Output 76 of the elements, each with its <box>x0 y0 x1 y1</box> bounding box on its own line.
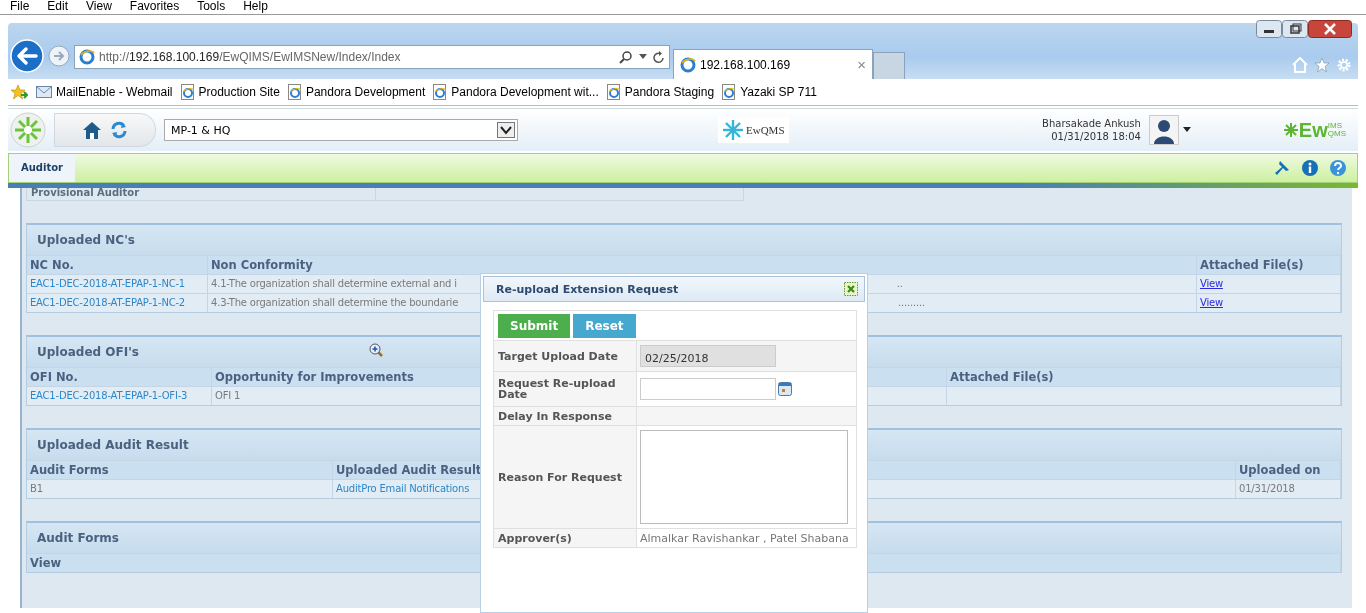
column-header: Audit Forms <box>27 461 333 479</box>
column-header: Attached File(s) <box>947 368 1341 386</box>
page-icon <box>433 84 448 100</box>
mail-icon <box>36 86 52 98</box>
calendar-icon[interactable] <box>778 382 792 396</box>
page-icon <box>606 84 621 100</box>
page-icon <box>287 84 302 100</box>
table-cell-text: 4.1-The organization shall determine external and i <box>211 277 457 291</box>
field-label: Approver(s) <box>498 532 572 544</box>
page-icon <box>180 84 195 100</box>
panel-title: Uploaded NC's <box>27 225 1341 255</box>
user-avatar-icon[interactable] <box>1148 115 1179 145</box>
date-field: 02/25/2018 <box>640 345 776 367</box>
menu-item[interactable]: View <box>86 0 112 14</box>
page-icon <box>680 56 696 73</box>
column-header: Attached File(s) <box>1197 256 1341 274</box>
menu-item[interactable]: Help <box>243 0 268 14</box>
table-cell-text: ......... <box>898 296 925 310</box>
refresh-icon[interactable] <box>653 50 665 64</box>
favorite-link[interactable]: Pandora Development <box>287 84 426 100</box>
location-select[interactable]: MP-1 & HQ <box>164 119 518 141</box>
close-icon[interactable] <box>844 282 858 296</box>
dropdown-caret-icon[interactable] <box>639 54 647 60</box>
table-link[interactable]: View <box>1200 275 1223 293</box>
table-cell-text: OFI 1 <box>215 389 241 403</box>
date-time: 01/31/2018 18:04 <box>1051 130 1141 143</box>
favorites-star-icon[interactable] <box>10 84 28 100</box>
menu-item[interactable]: Favorites <box>129 0 180 14</box>
column-header: Uploaded on <box>1236 461 1341 479</box>
menu-item[interactable]: Tools <box>197 0 226 14</box>
table-cell-text: 4.3-The organization shall determine the boundarie <box>211 296 459 310</box>
info-icon[interactable] <box>1301 159 1319 177</box>
menu-item[interactable]: Edit <box>47 0 69 14</box>
favorite-label: Yazaki SP 711 <box>740 85 817 99</box>
home-icon[interactable] <box>82 121 102 139</box>
refresh-icon[interactable] <box>110 121 128 139</box>
favorite-link[interactable]: Pandora Staging <box>606 84 715 100</box>
close-tab-button[interactable]: × <box>857 56 866 73</box>
browser-tab[interactable]: 192.168.100.169 × <box>673 49 873 79</box>
caret-icon[interactable] <box>1182 127 1191 133</box>
favorite-label: Pandora Development <box>305 85 426 99</box>
table-cell-text: 01/31/2018 <box>1239 482 1295 496</box>
dialog-title: Re-upload Extension Request <box>496 282 679 296</box>
address-bar[interactable]: http://192.168.100.169/EwQIMS/EwIMSNew/Index/Index <box>74 45 670 69</box>
page-icon <box>722 84 737 100</box>
favorite-label: Pandora Development wit... <box>451 85 599 99</box>
pin-icon[interactable] <box>1273 159 1291 177</box>
star-icon[interactable] <box>1314 57 1330 73</box>
field-label: Target Upload Date <box>498 350 618 362</box>
favorite-label: Pandora Staging <box>624 85 715 99</box>
favorite-link[interactable]: Production Site <box>180 84 280 100</box>
zoom-in-icon <box>369 343 383 357</box>
favorite-label: Production Site <box>198 85 280 99</box>
search-icon[interactable] <box>619 50 633 64</box>
approver-names: Almalkar Ravishankar , Patel Shabana <box>640 531 849 545</box>
column-header: NC No. <box>27 256 208 274</box>
product-logo: EwQMS <box>718 117 789 143</box>
table-cell-text: .. <box>896 277 903 291</box>
close-icon[interactable] <box>1308 20 1352 38</box>
minimize-icon[interactable] <box>1256 20 1282 38</box>
menu-item[interactable]: File <box>10 0 30 14</box>
table-link[interactable]: View <box>1200 294 1223 312</box>
table-cell-text: B1 <box>30 482 43 496</box>
user-name: Bharsakade Ankush <box>1042 117 1141 130</box>
restore-icon[interactable] <box>1282 20 1308 38</box>
page-icon <box>79 49 95 65</box>
column-header: OFI No. <box>27 368 212 386</box>
favorite-link[interactable]: Yazaki SP 711 <box>722 84 817 100</box>
date-field[interactable] <box>640 378 776 400</box>
nav-tab[interactable]: Auditor <box>9 154 76 182</box>
help-icon[interactable] <box>1329 159 1347 177</box>
field-label: Delay In Response <box>498 410 612 422</box>
field-label: Provisional Auditor <box>31 188 141 200</box>
favorite-link[interactable]: Pandora Development wit... <box>433 84 599 100</box>
reason-field[interactable] <box>640 430 848 524</box>
back-icon[interactable] <box>10 39 44 73</box>
